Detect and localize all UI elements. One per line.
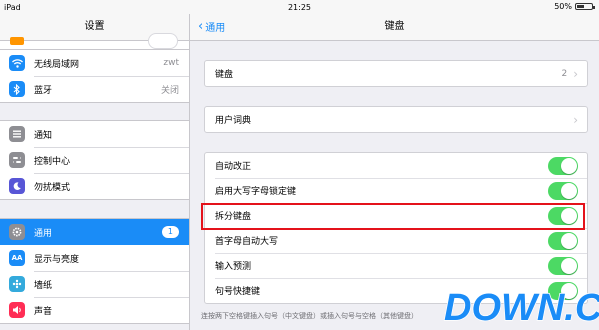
keyboards-label: 键盘 [215,70,234,80]
navigation-bar: ‹ 通用 键盘 [190,14,599,41]
airplane-toggle[interactable] [148,33,178,49]
sidebar-item-label: 控制中心 [34,156,71,167]
bluetooth-value: 关闭 [160,85,179,96]
user-dictionary-label: 用户词典 [215,116,252,126]
predictive-row: 输入预测 [205,253,587,278]
keyboards-group: 键盘 2 › [204,60,588,87]
sidebar-group-system: 通知 控制中心 勿扰模式 [0,120,189,200]
sound-icon [9,302,25,318]
sidebar-item-bluetooth[interactable]: 蓝牙 关闭 [0,76,189,102]
down-cc-watermark: DOWN.CC [443,286,599,330]
keyboards-count: 2 [561,68,568,79]
watermark-text: DOWN.CC [444,287,599,329]
airplane-icon [10,37,24,45]
moon-icon [9,178,25,194]
caps-lock-toggle[interactable] [548,181,578,200]
sidebar-item-label: 通知 [34,130,53,141]
auto-correction-toggle[interactable] [548,156,578,175]
highlight-box [201,203,585,230]
bluetooth-icon [9,81,25,97]
sidebar-item-do-not-disturb[interactable]: 勿扰模式 [0,173,189,199]
auto-capitalization-row: 首字母自动大写 [205,228,587,253]
control-center-icon [9,152,25,168]
sidebar-item-wifi[interactable]: 无线局域网 zwt [0,50,189,76]
toggle-label: 输入预测 [215,262,252,272]
toggle-label: 首字母自动大写 [215,237,279,247]
wifi-network-value: zwt [163,58,179,68]
predictive-toggle[interactable] [548,256,578,275]
dictionary-group: 用户词典 › [204,106,588,133]
sidebar-item-label: 蓝牙 [34,85,53,96]
wallpaper-icon [9,276,25,292]
update-badge: 1 [161,226,179,238]
sidebar-group-general: 通用 1 AA 显示与亮度 墙纸 声音 [0,218,189,324]
gear-icon [9,224,25,240]
sidebar-item-label: 显示与亮度 [34,254,80,265]
toggle-label: 启用大写字母锁定键 [215,187,297,197]
sidebar-item-general[interactable]: 通用 1 [0,219,189,245]
status-bar: iPad 21:25 50% [0,0,599,14]
notifications-icon [9,126,25,142]
caps-lock-row: 启用大写字母锁定键 [205,178,587,203]
sidebar-item-wallpaper[interactable]: 墙纸 [0,271,189,297]
sidebar-item-label: 无线局域网 [34,59,80,70]
sidebar-item-label: 勿扰模式 [34,182,71,193]
sidebar-item-label: 通用 [34,228,53,239]
chevron-right-icon: › [573,66,578,81]
clock: 21:25 [287,3,312,12]
sidebar-item-notifications[interactable]: 通知 [0,121,189,147]
auto-correction-row: 自动改正 [205,153,587,178]
sidebar-item-sounds[interactable]: 声音 [0,297,189,323]
sidebar-item-control-center[interactable]: 控制中心 [0,147,189,173]
toggle-label: 自动改正 [215,162,252,172]
chevron-right-icon: › [573,112,578,127]
battery-icon [575,3,595,10]
battery-percent: 50% [554,2,572,11]
sidebar-group-network: 无线局域网 zwt 蓝牙 关闭 [0,49,189,103]
wifi-icon [9,55,25,71]
keyboards-row[interactable]: 键盘 2 › [205,61,587,86]
sidebar-item-label: 墙纸 [34,280,53,291]
user-dictionary-row[interactable]: 用户词典 › [205,107,587,132]
period-shortcut-footer: 连按两下空格键插入句号（中文键盘）或插入句号与空格（其他键盘） [201,312,418,320]
page-title: 键盘 [384,21,405,32]
auto-capitalization-toggle[interactable] [548,231,578,250]
settings-sidebar: 设置 无线局域网 zwt 蓝牙 关闭 通知 控制中心 勿扰模式 通用 1 AA … [0,14,190,330]
sidebar-item-label: 声音 [34,306,53,317]
display-icon: AA [9,250,25,266]
battery-status: 50% [554,2,595,11]
sidebar-item-display[interactable]: AA 显示与亮度 [0,245,189,271]
